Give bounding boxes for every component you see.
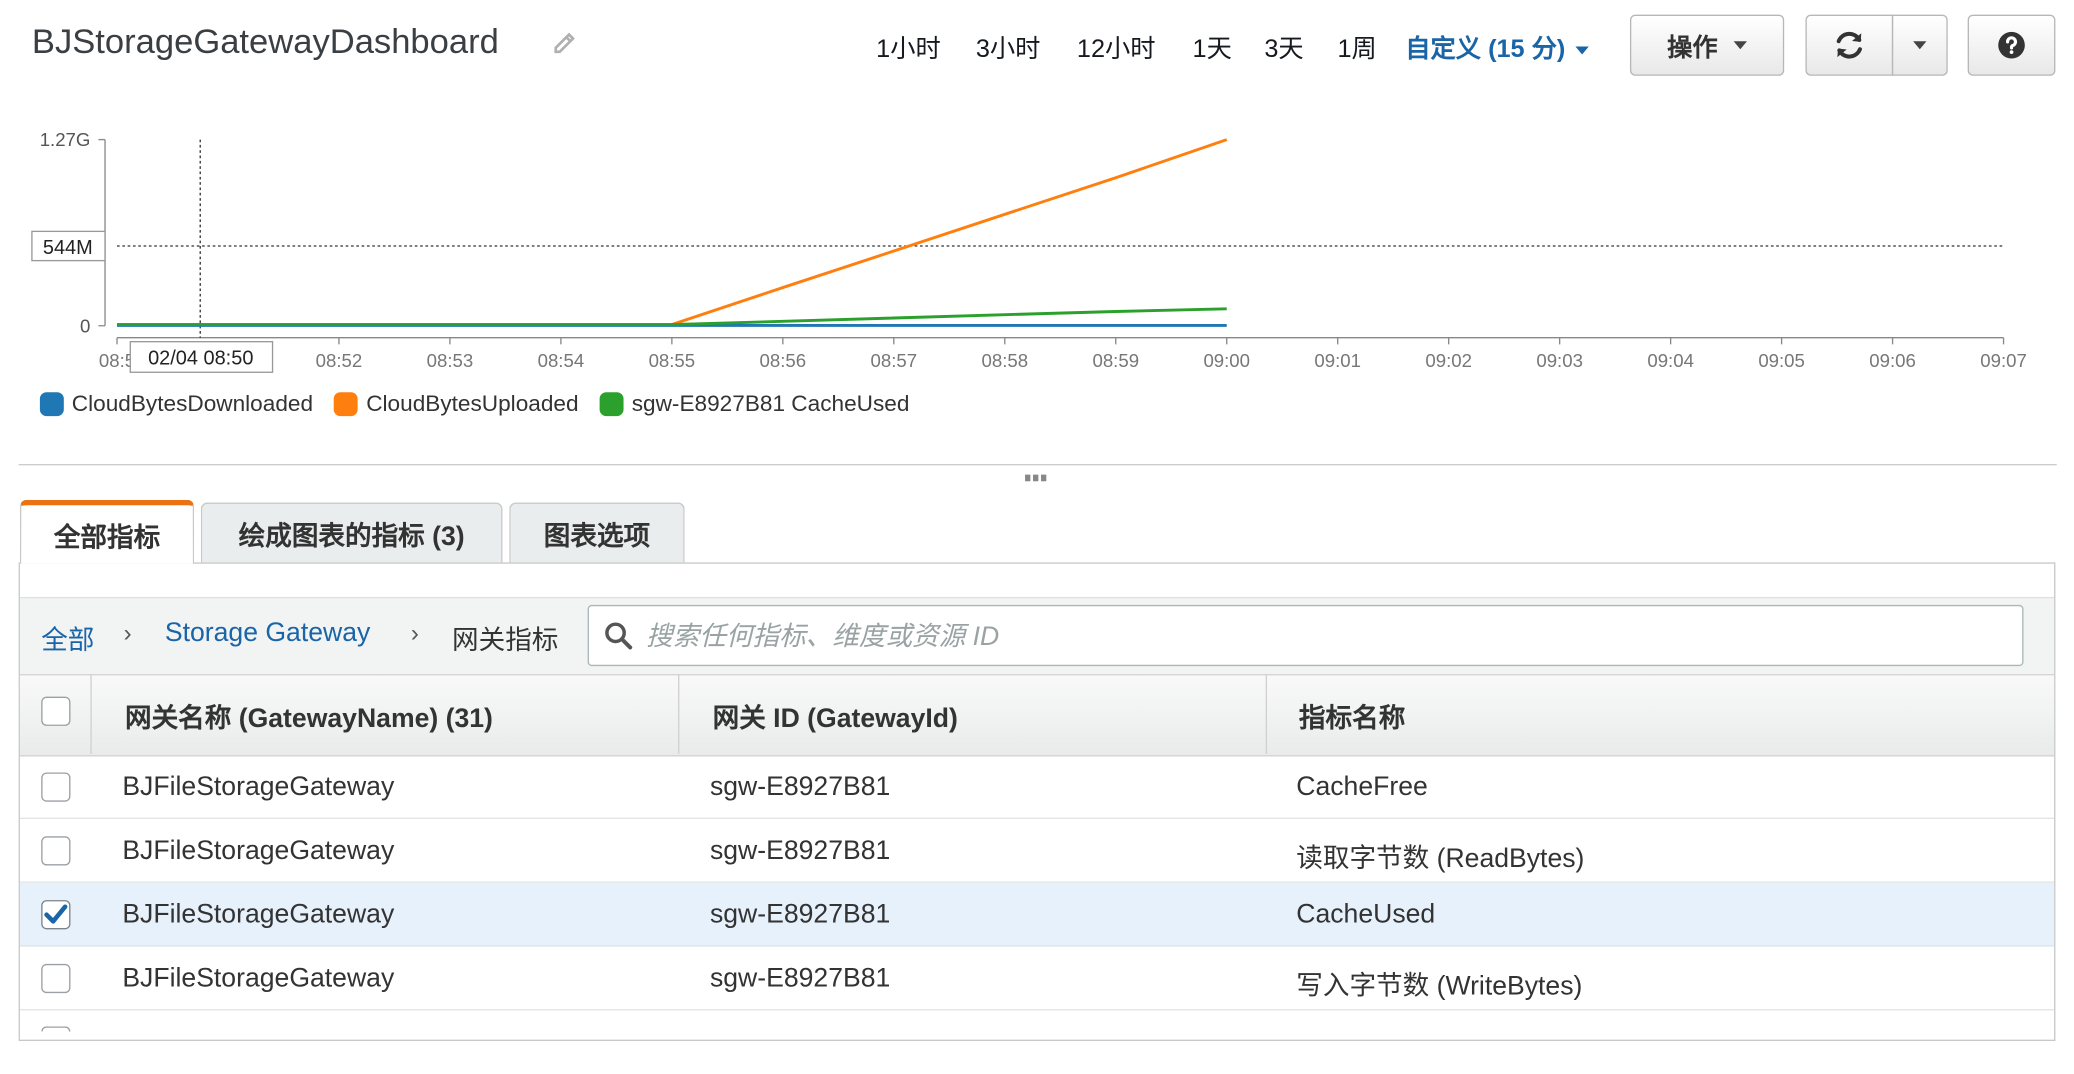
time-range-1w[interactable]: 1周 bbox=[1337, 29, 1376, 65]
table-row-partial[interactable] bbox=[20, 1010, 2054, 1074]
actions-button[interactable]: 操作 bbox=[1629, 14, 1785, 76]
legend-swatch-orange bbox=[334, 392, 359, 417]
row-checkbox[interactable] bbox=[41, 772, 71, 802]
panel-divider bbox=[18, 463, 2057, 466]
custom-time-range-label: 自定义 (15 分) bbox=[1405, 35, 1566, 64]
legend-item-downloaded[interactable]: CloudBytesDownloaded bbox=[39, 390, 314, 418]
actions-button-label: 操作 bbox=[1667, 33, 1718, 62]
legend-item-cache-used[interactable]: sgw-E8927B81 CacheUsed bbox=[599, 390, 910, 418]
chevron-down-icon bbox=[1733, 41, 1747, 50]
x-tick-label: 08:55 bbox=[649, 350, 696, 371]
cell-gateway-id: sgw-E8927B81 bbox=[709, 963, 891, 994]
refresh-button[interactable] bbox=[1805, 14, 1894, 76]
column-separator bbox=[678, 674, 680, 754]
legend-swatch-blue bbox=[39, 392, 64, 417]
cell-metric-name: CacheFree bbox=[1296, 772, 1428, 802]
time-range-1d[interactable]: 1天 bbox=[1193, 29, 1232, 65]
crosshair-value-label: 544M bbox=[43, 237, 93, 259]
tab-all-metrics[interactable]: 全部指标 bbox=[19, 499, 195, 564]
edit-pencil-icon[interactable] bbox=[550, 29, 579, 58]
y-tick-label: 1.27G bbox=[40, 129, 91, 150]
breadcrumb-current: 网关指标 bbox=[452, 626, 559, 656]
cell-gateway-name: BJFileStorageGateway bbox=[122, 963, 395, 994]
x-tick-label: 09:01 bbox=[1314, 350, 1361, 371]
cell-metric-name: 读取字节数 (ReadBytes) bbox=[1296, 844, 1585, 874]
cell-gateway-name: BJFileStorageGateway bbox=[122, 900, 395, 930]
chevron-down-icon bbox=[1913, 41, 1927, 50]
x-tick-label: 08:58 bbox=[982, 350, 1029, 371]
x-tick-label: 08:52 bbox=[316, 350, 363, 371]
cell-gateway-id: sgw-E8927B81 bbox=[709, 900, 891, 930]
legend-item-uploaded[interactable]: CloudBytesUploaded bbox=[334, 390, 579, 418]
x-tick-label: 08:53 bbox=[427, 350, 474, 371]
x-tick-label: 09:05 bbox=[1758, 350, 1805, 371]
tab-graphed-metrics[interactable]: 绘成图表的指标 (3) bbox=[200, 502, 503, 564]
chevron-down-icon bbox=[1575, 46, 1590, 55]
row-checkbox[interactable] bbox=[41, 836, 71, 866]
cell-gateway-id: sgw-E8927B81 bbox=[709, 836, 891, 866]
checkmark-icon bbox=[44, 904, 68, 924]
column-separator bbox=[90, 674, 92, 754]
tab-graph-options[interactable]: 图表选项 bbox=[509, 502, 685, 564]
row-checkbox-checked[interactable] bbox=[41, 900, 71, 930]
x-tick-label: 08:57 bbox=[871, 350, 918, 371]
time-range-3d[interactable]: 3天 bbox=[1264, 29, 1303, 65]
legend-label: sgw-E8927B81 CacheUsed bbox=[631, 390, 910, 417]
x-tick-label: 09:00 bbox=[1203, 350, 1250, 371]
breadcrumb-root[interactable]: 全部 bbox=[41, 618, 94, 657]
time-range-12h[interactable]: 12小时 bbox=[1077, 29, 1156, 65]
breadcrumb-service[interactable]: Storage Gateway bbox=[165, 618, 370, 649]
chart-legend: CloudBytesDownloaded CloudBytesUploaded … bbox=[39, 390, 910, 418]
cell-gateway-name: BJFileStorageGateway bbox=[122, 836, 395, 866]
breadcrumb-separator-icon: › bbox=[123, 619, 132, 647]
column-separator bbox=[1265, 674, 1268, 754]
legend-swatch-green bbox=[599, 392, 624, 417]
crosshair-time-label: 02/04 08:50 bbox=[148, 347, 253, 369]
resize-handle[interactable] bbox=[1025, 474, 1049, 483]
cell-gateway-name: BJFileStorageGateway bbox=[122, 772, 395, 802]
custom-time-range-dropdown[interactable]: 自定义 (15 分) bbox=[1405, 29, 1590, 65]
x-tick-label: 08:59 bbox=[1092, 350, 1139, 371]
help-icon bbox=[1998, 31, 2025, 59]
search-icon bbox=[605, 622, 633, 650]
refresh-icon bbox=[1836, 31, 1862, 59]
series-line-3 bbox=[116, 307, 1227, 326]
row-checkbox[interactable] bbox=[41, 1026, 71, 1032]
metrics-line-chart[interactable]: 01.27G08:5 08:52 08:53 08:54 08:55 08:56 08:57… bbox=[0, 113, 2074, 379]
time-range-3h[interactable]: 3小时 bbox=[976, 29, 1041, 65]
search-input[interactable] bbox=[643, 610, 2019, 664]
cell-gateway-id: sgw-E8927B81 bbox=[709, 772, 891, 802]
dashboard-title: BJStorageGatewayDashboard bbox=[31, 21, 499, 62]
column-header-gateway-name[interactable]: 网关名称 (GatewayName) (31) bbox=[125, 697, 493, 736]
refresh-options-dropdown[interactable] bbox=[1891, 14, 1948, 76]
x-tick-label: 09:03 bbox=[1536, 350, 1583, 371]
cell-metric-name: CacheUsed bbox=[1296, 900, 1436, 930]
x-tick-label: 09:07 bbox=[1980, 350, 2027, 371]
x-tick-label: 09:02 bbox=[1425, 350, 1472, 371]
series-line-2 bbox=[116, 138, 1228, 326]
time-range-1h[interactable]: 1小时 bbox=[876, 29, 941, 65]
legend-label: CloudBytesUploaded bbox=[366, 390, 579, 417]
x-tick-label: 08:54 bbox=[538, 350, 585, 371]
help-button[interactable] bbox=[1967, 14, 2056, 76]
row-checkbox[interactable] bbox=[41, 963, 71, 994]
x-tick-label: 09:06 bbox=[1869, 350, 1916, 371]
column-header-gateway-id[interactable]: 网关 ID (GatewayId) bbox=[713, 697, 958, 736]
y-tick-label: 0 bbox=[80, 315, 90, 336]
cell-metric-name: 写入字节数 (WriteBytes) bbox=[1296, 971, 1583, 1002]
select-all-checkbox[interactable] bbox=[41, 696, 71, 726]
x-tick-label: 08:56 bbox=[760, 350, 807, 371]
breadcrumb-separator-icon: › bbox=[410, 619, 419, 647]
column-header-metric-name[interactable]: 指标名称 bbox=[1299, 697, 1405, 736]
legend-label: CloudBytesDownloaded bbox=[71, 390, 314, 417]
x-tick-label: 09:04 bbox=[1647, 350, 1694, 371]
